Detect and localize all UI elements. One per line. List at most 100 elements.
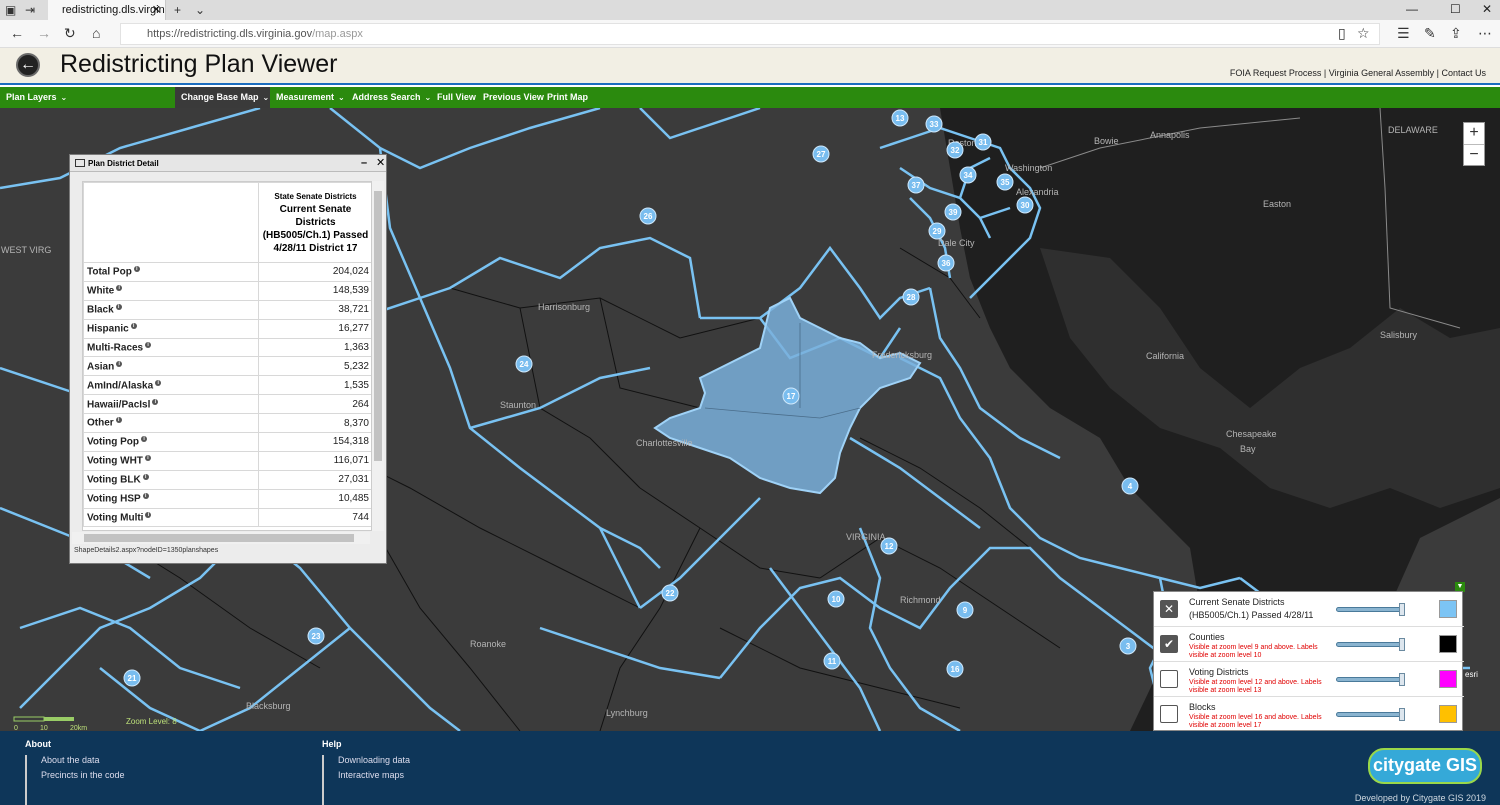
slider-knob[interactable] bbox=[1399, 603, 1405, 616]
slider-knob[interactable] bbox=[1399, 673, 1405, 686]
esri-attribution[interactable]: esri bbox=[1465, 670, 1478, 679]
close-tab-icon[interactable]: ✕ bbox=[152, 0, 161, 20]
district-marker[interactable]: 9 bbox=[956, 601, 974, 619]
info-icon[interactable]: i bbox=[145, 511, 152, 518]
browser-tab[interactable]: redistricting.dls.virginia. ✕ bbox=[48, 0, 166, 20]
district-marker[interactable]: 39 bbox=[944, 203, 962, 221]
menu-previous-view[interactable]: Previous View bbox=[477, 87, 544, 108]
back-icon[interactable]: ← bbox=[10, 25, 24, 41]
district-marker[interactable]: 12 bbox=[880, 537, 898, 555]
info-icon[interactable]: i bbox=[130, 322, 137, 329]
minimize-panel-icon[interactable]: – bbox=[361, 155, 367, 172]
layer-checkbox[interactable] bbox=[1160, 705, 1178, 723]
reading-view-icon[interactable]: ▯ bbox=[1338, 25, 1346, 42]
info-icon[interactable]: i bbox=[152, 398, 159, 405]
back-arrow-icon[interactable]: ← bbox=[16, 53, 40, 77]
info-icon[interactable]: i bbox=[141, 436, 148, 443]
district-marker[interactable]: 23 bbox=[307, 627, 325, 645]
opacity-slider[interactable] bbox=[1336, 673, 1405, 686]
info-icon[interactable]: i bbox=[115, 304, 122, 311]
color-swatch[interactable] bbox=[1439, 600, 1457, 618]
info-icon[interactable]: i bbox=[142, 474, 149, 481]
district-marker[interactable]: 35 bbox=[996, 173, 1014, 191]
menu-measurement[interactable]: Measurement ⌄ bbox=[270, 87, 345, 108]
menu-plan-layers[interactable]: Plan Layers ⌄ bbox=[0, 87, 174, 108]
district-marker[interactable]: 4 bbox=[1121, 477, 1139, 495]
about-link[interactable]: Precincts in the code bbox=[41, 770, 125, 780]
refresh-icon[interactable]: ↻ bbox=[64, 25, 76, 42]
help-link[interactable]: Downloading data bbox=[338, 755, 410, 765]
district-marker[interactable]: 16 bbox=[946, 660, 964, 678]
district-marker[interactable]: 31 bbox=[974, 133, 992, 151]
minimize-icon[interactable]: — bbox=[1406, 2, 1418, 16]
color-swatch[interactable] bbox=[1439, 705, 1457, 723]
info-icon[interactable]: i bbox=[155, 379, 162, 386]
info-icon[interactable]: i bbox=[133, 266, 140, 273]
district-marker[interactable]: 36 bbox=[937, 254, 955, 272]
info-icon[interactable]: i bbox=[142, 492, 149, 499]
tab-list-chevron-icon[interactable]: ⌄ bbox=[195, 3, 205, 17]
panel-header[interactable]: Plan District Detail – ✕ bbox=[70, 155, 386, 172]
district-marker[interactable]: 17 bbox=[782, 387, 800, 405]
slider-knob[interactable] bbox=[1399, 638, 1405, 651]
district-marker[interactable]: 33 bbox=[925, 115, 943, 133]
tab-actions-icon[interactable]: ▣ bbox=[5, 3, 16, 17]
district-marker[interactable]: 29 bbox=[928, 222, 946, 240]
slider-knob[interactable] bbox=[1399, 708, 1405, 721]
home-icon[interactable]: ⌂ bbox=[92, 25, 100, 41]
color-swatch[interactable] bbox=[1439, 635, 1457, 653]
more-icon[interactable]: ⋯ bbox=[1478, 25, 1492, 42]
top-links[interactable]: FOIA Request Process | Virginia General … bbox=[1230, 68, 1486, 78]
remove-layer-icon[interactable]: ✕ bbox=[1160, 600, 1178, 618]
about-link[interactable]: About the data bbox=[41, 755, 100, 765]
layer-checkbox[interactable]: ✔ bbox=[1160, 635, 1178, 653]
menu-full-view[interactable]: Full View bbox=[431, 87, 476, 108]
district-marker[interactable]: 22 bbox=[661, 584, 679, 602]
menu-print-map[interactable]: Print Map bbox=[541, 87, 588, 108]
info-icon[interactable]: i bbox=[116, 360, 123, 367]
opacity-slider[interactable] bbox=[1336, 708, 1405, 721]
new-tab-icon[interactable]: + bbox=[174, 3, 181, 17]
close-panel-icon[interactable]: ✕ bbox=[376, 155, 385, 172]
help-link[interactable]: Interactive maps bbox=[338, 770, 404, 780]
scroll-thumb[interactable] bbox=[84, 534, 354, 542]
maximize-icon[interactable]: ☐ bbox=[1450, 2, 1461, 16]
info-icon[interactable]: i bbox=[116, 285, 123, 292]
info-icon[interactable]: i bbox=[144, 455, 151, 462]
district-marker[interactable]: 37 bbox=[907, 176, 925, 194]
district-marker[interactable]: 30 bbox=[1016, 196, 1034, 214]
info-icon[interactable]: i bbox=[115, 417, 122, 424]
district-marker[interactable]: 10 bbox=[827, 590, 845, 608]
district-marker[interactable]: 21 bbox=[123, 669, 141, 687]
citygate-logo[interactable]: citygate GIS bbox=[1368, 748, 1482, 784]
district-marker[interactable]: 27 bbox=[812, 145, 830, 163]
district-marker[interactable]: 34 bbox=[959, 166, 977, 184]
district-marker[interactable]: 28 bbox=[902, 288, 920, 306]
favorites-hub-icon[interactable]: ☰ bbox=[1397, 25, 1410, 42]
color-swatch[interactable] bbox=[1439, 670, 1457, 688]
district-marker[interactable]: 24 bbox=[515, 355, 533, 373]
zoom-out-button[interactable]: − bbox=[1464, 144, 1484, 165]
layer-checkbox[interactable] bbox=[1160, 670, 1178, 688]
district-marker[interactable]: 32 bbox=[946, 141, 964, 159]
opacity-slider[interactable] bbox=[1336, 603, 1405, 616]
district-marker[interactable]: 13 bbox=[891, 109, 909, 127]
pen-icon[interactable]: ✎ bbox=[1424, 25, 1436, 42]
info-icon[interactable]: i bbox=[145, 341, 152, 348]
district-marker[interactable]: 11 bbox=[823, 652, 841, 670]
menu-address-search[interactable]: Address Search ⌄ bbox=[346, 87, 431, 108]
zoom-in-button[interactable]: + bbox=[1464, 123, 1484, 144]
url-field[interactable]: https://redistricting.dls.virginia.gov/m… bbox=[120, 23, 1380, 45]
opacity-slider[interactable] bbox=[1336, 638, 1405, 651]
share-icon[interactable]: ⇪ bbox=[1450, 25, 1462, 42]
district-marker[interactable]: 26 bbox=[639, 207, 657, 225]
set-aside-tabs-icon[interactable]: ⇥ bbox=[25, 3, 35, 17]
close-window-icon[interactable]: ✕ bbox=[1482, 2, 1492, 16]
horizontal-scrollbar[interactable] bbox=[72, 532, 370, 544]
vertical-scrollbar[interactable] bbox=[372, 181, 384, 531]
scroll-thumb[interactable] bbox=[374, 191, 382, 461]
menu-change-base-map[interactable]: Change Base Map ⌄ bbox=[175, 87, 270, 108]
district-marker[interactable]: 3 bbox=[1119, 637, 1137, 655]
forward-icon[interactable]: → bbox=[37, 25, 51, 41]
favorite-star-icon[interactable]: ☆ bbox=[1357, 25, 1370, 42]
